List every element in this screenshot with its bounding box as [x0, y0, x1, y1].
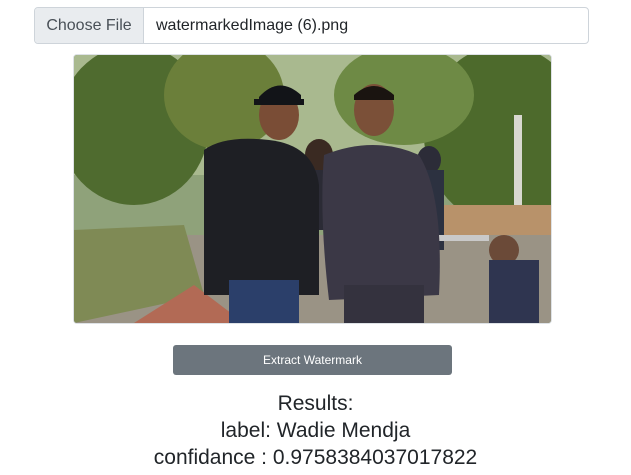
result-label: label: Wadie Mendja — [220, 419, 411, 442]
uploaded-image — [73, 54, 552, 324]
file-input[interactable]: Choose File watermarkedImage (6).png — [34, 7, 589, 44]
photo-image-icon — [74, 55, 551, 323]
results-heading: Results: — [277, 392, 354, 415]
choose-file-button[interactable]: Choose File — [35, 8, 144, 43]
file-name-label: watermarkedImage (6).png — [156, 16, 349, 34]
results-section: Results: label: Wadie Mendja confidance … — [0, 390, 631, 471]
result-confidence: confidance : 0.9758384037017822 — [153, 446, 478, 469]
extract-watermark-button[interactable]: Extract Watermark — [173, 345, 452, 375]
